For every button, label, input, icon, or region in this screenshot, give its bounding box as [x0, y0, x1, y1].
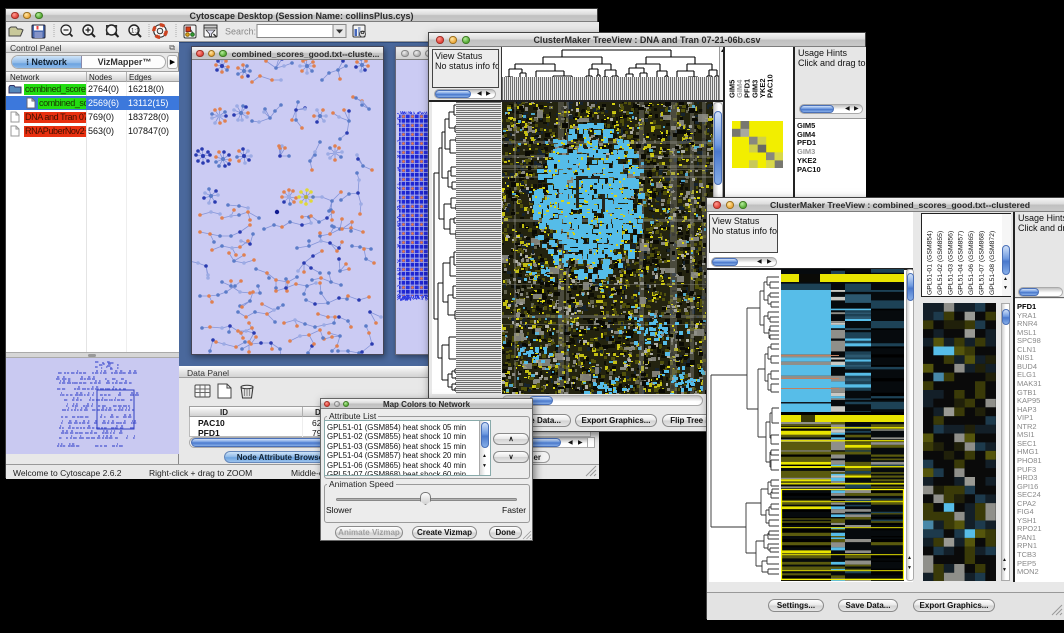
svg-text:GPL51-07 (GSM868): GPL51-07 (GSM868): [979, 231, 986, 295]
svg-text:GPL51-08 (GSM872): GPL51-08 (GSM872): [989, 231, 996, 295]
svg-text:GPL51-06 (GSM865): GPL51-06 (GSM865): [968, 231, 975, 295]
svg-text:GPL51-03 (GSM856): GPL51-03 (GSM856): [947, 231, 954, 295]
svg-text:GPL51-01 (GSM854): GPL51-01 (GSM854): [927, 231, 934, 295]
svg-text:GPL51-02 (GSM855): GPL51-02 (GSM855): [937, 231, 944, 295]
svg-text:GPL51-04 (GSM857): GPL51-04 (GSM857): [958, 231, 965, 295]
svg-text:PAC10: PAC10: [766, 74, 775, 98]
svg-text:Search:: Search:: [225, 27, 256, 37]
